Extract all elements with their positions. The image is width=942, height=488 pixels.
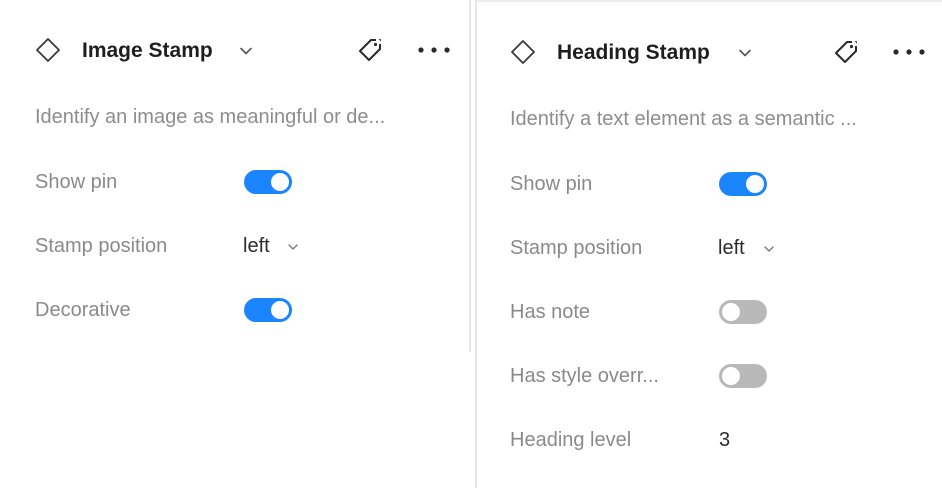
has-style-override-label: Has style overr...: [510, 365, 659, 387]
show-pin-toggle[interactable]: [244, 170, 292, 194]
more-icon[interactable]: [892, 47, 926, 57]
heading-stamp-panel: Heading Stamp Identify a text element as…: [475, 0, 942, 488]
stamp-position-label: Stamp position: [35, 235, 168, 257]
show-pin-label: Show pin: [510, 173, 593, 195]
stamp-position-select[interactable]: left: [243, 235, 270, 258]
chevron-down-icon[interactable]: [738, 48, 752, 58]
chevron-down-icon[interactable]: [763, 245, 775, 253]
stamp-position-select[interactable]: left: [718, 237, 745, 260]
has-note-label: Has note: [510, 301, 591, 323]
panel-header: Image Stamp: [0, 30, 469, 70]
panel-title[interactable]: Heading Stamp: [557, 41, 710, 65]
image-stamp-panel: Image Stamp Identify an image as meaning…: [0, 0, 471, 352]
panel-description: Identify an image as meaningful or de...: [35, 106, 386, 128]
toggle-knob: [746, 175, 764, 193]
heading-level-label: Heading level: [510, 429, 632, 451]
stamp-position-label: Stamp position: [510, 237, 643, 259]
show-pin-label: Show pin: [35, 171, 118, 193]
diamond-icon: [36, 38, 60, 62]
heading-level-value[interactable]: 3: [719, 429, 730, 452]
toggle-knob: [722, 367, 740, 385]
show-pin-toggle[interactable]: [719, 172, 767, 196]
decorative-toggle[interactable]: [244, 298, 292, 322]
has-style-override-toggle[interactable]: [719, 364, 767, 388]
panel-top-border: [477, 0, 942, 2]
tag-icon[interactable]: [354, 34, 386, 66]
panel-title[interactable]: Image Stamp: [82, 39, 213, 63]
more-icon[interactable]: [417, 45, 451, 55]
toggle-knob: [722, 303, 740, 321]
chevron-down-icon[interactable]: [287, 243, 299, 251]
panel-header: Heading Stamp: [477, 32, 942, 72]
toggle-knob: [271, 301, 289, 319]
chevron-down-icon[interactable]: [239, 46, 253, 56]
panel-description: Identify a text element as a semantic ..…: [510, 108, 857, 130]
diamond-icon: [511, 40, 535, 64]
has-note-toggle[interactable]: [719, 300, 767, 324]
decorative-label: Decorative: [35, 299, 131, 321]
tag-icon[interactable]: [830, 36, 862, 68]
toggle-knob: [271, 173, 289, 191]
